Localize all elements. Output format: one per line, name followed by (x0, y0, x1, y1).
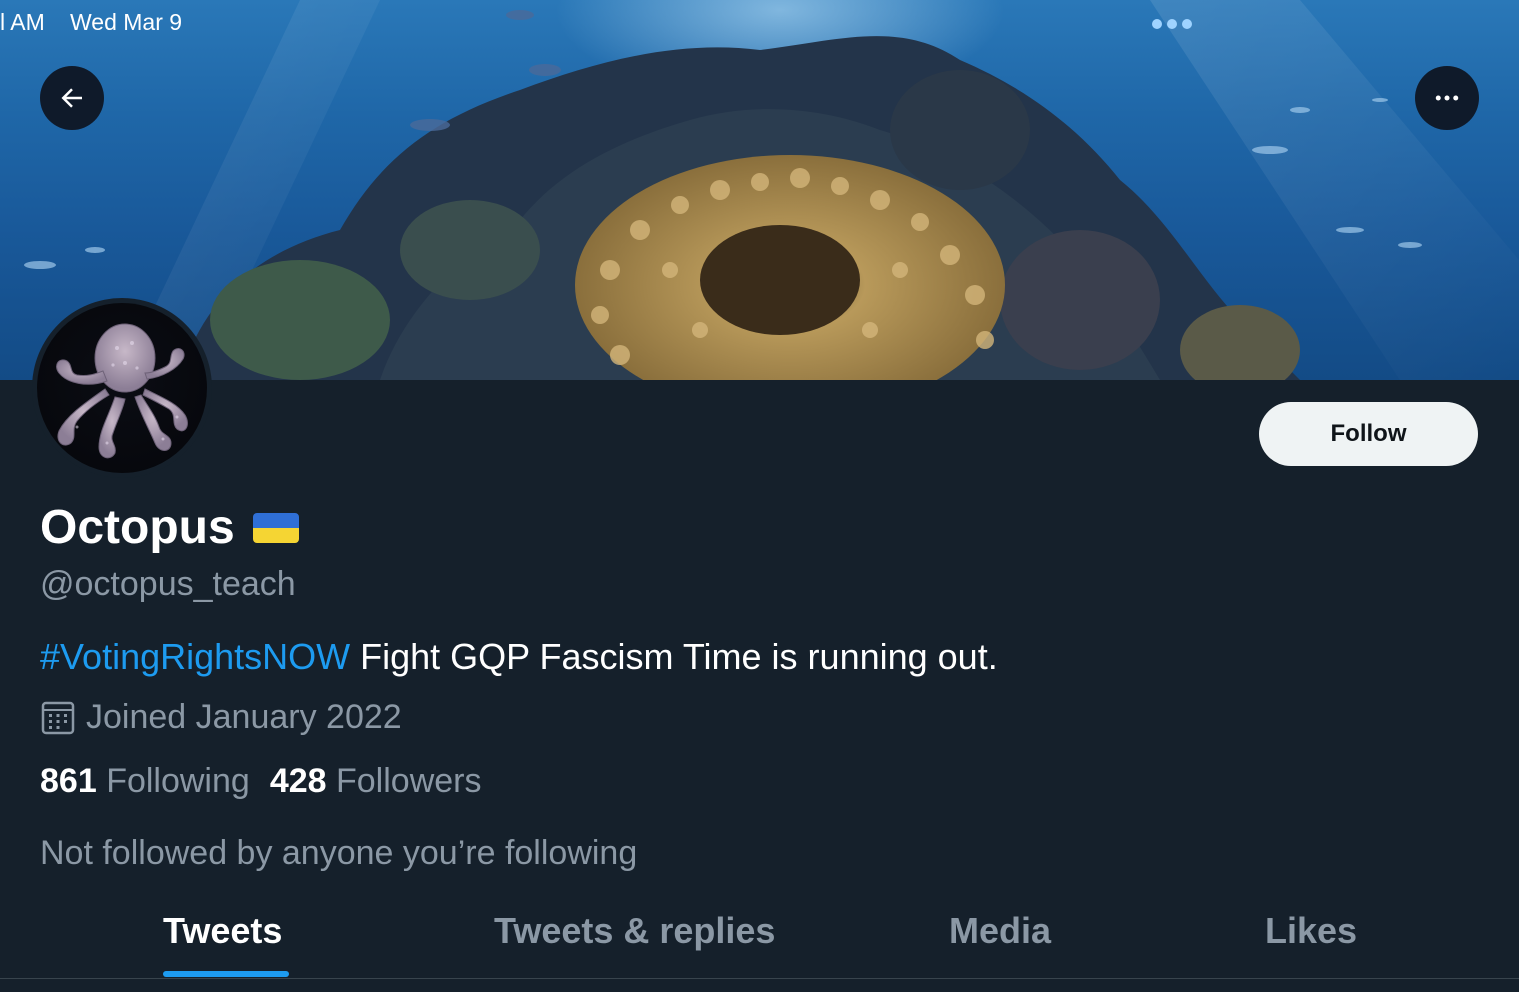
more-horizontal-icon (1435, 95, 1459, 101)
bio-hashtag-link[interactable]: #VotingRightsNOW (40, 636, 350, 677)
followers-count: 428 (269, 762, 327, 800)
tab-likes[interactable]: Likes (1265, 910, 1357, 952)
profile-handle: @octopus_teach (40, 565, 296, 603)
banner-reef-image (24, 0, 1519, 380)
follow-button[interactable]: Follow (1259, 402, 1478, 466)
profile-tabs: Tweets Tweets & replies Media Likes (0, 900, 1519, 979)
mutual-followers-notice: Not followed by anyone you’re following (40, 834, 638, 872)
status-bar-time: l AM (0, 9, 45, 35)
more-options-button[interactable] (1415, 66, 1479, 130)
active-tab-indicator (163, 971, 289, 977)
status-bar-date: Wed Mar 9 (70, 9, 183, 35)
tab-tweets[interactable]: Tweets (163, 910, 282, 952)
profile-banner[interactable] (0, 0, 1519, 380)
back-button[interactable] (40, 66, 104, 130)
multitasking-dots-icon[interactable] (1152, 19, 1192, 29)
profile-bio: #VotingRightsNOW Fight GQP Fascism Time … (40, 636, 998, 678)
profile-display-name-row: Octopus (40, 500, 299, 555)
following-count: 861 (40, 762, 97, 800)
avatar-octopus-image (37, 303, 207, 473)
profile-display-name: Octopus (40, 501, 235, 554)
ukraine-flag-icon (252, 512, 299, 543)
profile-avatar[interactable] (32, 298, 212, 478)
calendar-icon (41, 701, 75, 734)
following-stat-link[interactable]: 861 Following (40, 762, 250, 801)
tab-media[interactable]: Media (949, 910, 1051, 952)
tab-tweets-and-replies[interactable]: Tweets & replies (494, 910, 775, 952)
bio-text: Fight GQP Fascism Time is running out. (350, 636, 998, 677)
followers-stat-link[interactable]: 428 Followers (270, 762, 482, 801)
followers-label: Followers (336, 762, 482, 800)
joined-text: Joined January 2022 (86, 698, 402, 736)
profile-stats: 861 Following 428 Followers (40, 762, 481, 801)
profile-joined-date: Joined January 2022 (40, 698, 402, 737)
following-label: Following (106, 762, 250, 800)
arrow-left-icon (61, 88, 82, 108)
